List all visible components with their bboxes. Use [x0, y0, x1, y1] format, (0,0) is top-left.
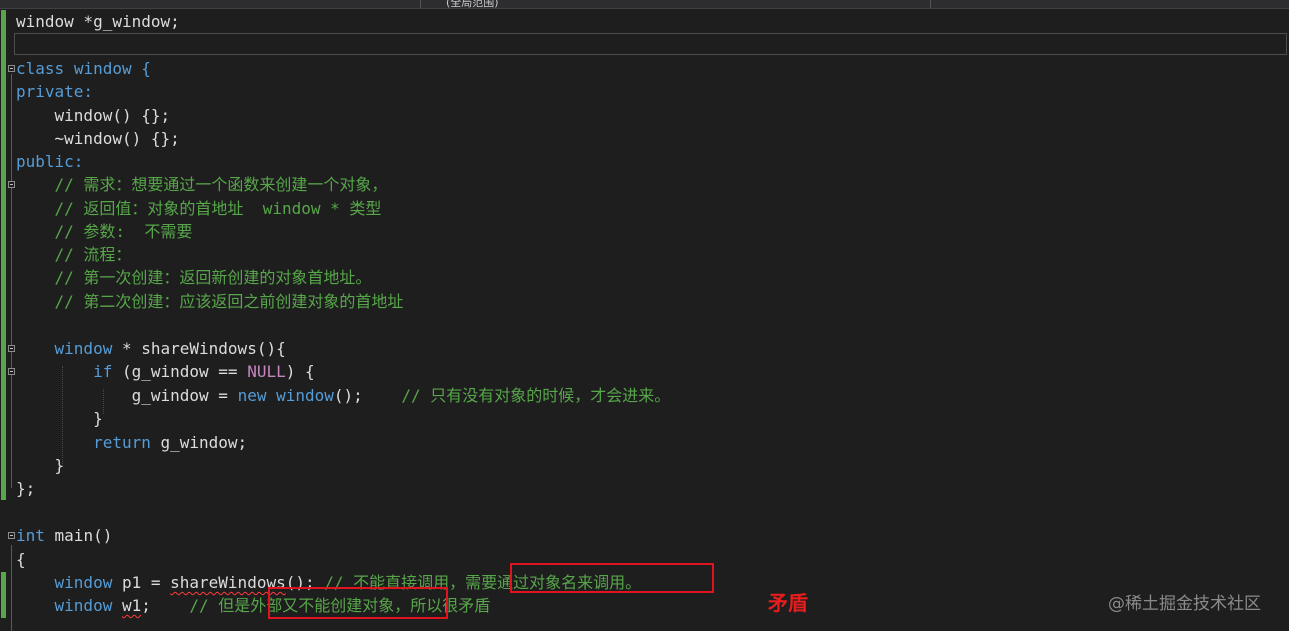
class-name: window { [73, 59, 151, 78]
assign-space [266, 386, 276, 405]
code-line-global[interactable]: window *g_window; [16, 10, 180, 33]
code-line-dtor[interactable]: ~window() {}; [16, 127, 180, 150]
return-value: g_window; [150, 433, 248, 452]
type-window: window [54, 573, 113, 592]
member-dropdown-label: (全局范围) [446, 0, 499, 9]
comment-only-when-null: // 只有没有对象的时候，才会进来。 [401, 386, 671, 405]
open-brace: { [16, 550, 26, 569]
code-line-main[interactable]: int main() [16, 524, 112, 547]
code-line-if[interactable]: if (g_window == NULL) { [16, 360, 315, 383]
code-line-share-decl[interactable]: window * shareWindows(){ [16, 337, 286, 360]
code-line-close-func[interactable]: } [16, 454, 65, 477]
watermark: @稀土掘金技术社区 [1108, 594, 1261, 614]
close-brace: } [54, 456, 65, 475]
w1-space [112, 596, 122, 615]
code-line-comment-5[interactable]: // 第一次创建：返回新创建的对象首地址。 [16, 266, 372, 289]
change-indicator-bar [1, 10, 6, 500]
code-line-return[interactable]: return g_window; [16, 431, 247, 454]
project-dropdown[interactable] [0, 0, 421, 8]
collapse-class-icon[interactable] [8, 65, 15, 72]
navigation-bar: (全局范围) [0, 0, 1289, 9]
member-dropdown[interactable] [426, 0, 931, 8]
collapse-function-icon[interactable] [8, 345, 15, 352]
annotation-contradiction: 矛盾 [768, 591, 808, 615]
code-line-ctor[interactable]: window() {}; [16, 104, 171, 127]
code-line-comment-1[interactable]: // 需求：想要通过一个函数来创建一个对象， [16, 173, 388, 196]
highlight-box-cannot-create [268, 587, 448, 619]
code-line-public[interactable]: public: [16, 150, 83, 173]
main-signature: main() [44, 526, 113, 545]
keyword-private: private: [16, 82, 94, 101]
comment-params: // 参数: 不需要 [54, 222, 193, 241]
keyword-return: return [93, 433, 151, 452]
function-signature: * shareWindows(){ [112, 339, 286, 358]
code-line-comment-3[interactable]: // 参数: 不需要 [16, 220, 193, 243]
keyword-new: new [237, 386, 267, 405]
global-declaration: window *g_window; [16, 12, 180, 31]
keyword-class: class [16, 59, 65, 78]
error-squiggle-w1: w1 [121, 596, 142, 615]
close-brace: } [93, 409, 103, 428]
if-close: ) { [285, 362, 315, 381]
code-line-close-class[interactable]: }; [16, 477, 35, 500]
comment-requirement: // 需求：想要通过一个函数来创建一个对象， [54, 175, 388, 194]
code-line-comment-2[interactable]: // 返回值：对象的首地址 window * 类型 [16, 197, 382, 220]
outline-line [11, 74, 13, 488]
keyword-int: int [16, 526, 45, 545]
code-line-main-open[interactable]: { [16, 548, 26, 571]
collapse-comment-icon[interactable] [8, 181, 15, 188]
destructor-decl: ~window() {}; [54, 129, 180, 148]
macro-null: NULL [247, 362, 286, 381]
comment-flow: // 流程： [54, 245, 132, 264]
current-line-highlight [14, 33, 1287, 55]
code-line-comment-4[interactable]: // 流程： [16, 243, 132, 266]
code-line-class[interactable]: class window { [16, 57, 151, 80]
code-line-assign[interactable]: g_window = new window(); // 只有没有对象的时候，才会… [16, 384, 671, 407]
comment-first-create: // 第一次创建：返回新创建的对象首地址。 [54, 268, 372, 287]
type-window: window [276, 386, 334, 405]
assign-call: (); [333, 386, 402, 405]
outline-line [11, 545, 13, 631]
p1-declaration: p1 = [112, 573, 171, 592]
comment-return-value: // 返回值：对象的首地址 window * 类型 [54, 199, 382, 218]
collapse-main-icon[interactable] [8, 532, 15, 539]
keyword-if: if [93, 362, 113, 381]
keyword-public: public: [16, 152, 84, 171]
comment-second-create: // 第二次创建：应该返回之前创建对象的首地址 [54, 292, 404, 311]
code-line-comment-6[interactable]: // 第二次创建：应该返回之前创建对象的首地址 [16, 290, 404, 313]
code-line-close-if[interactable]: } [16, 407, 103, 430]
change-indicator-bar [1, 572, 6, 618]
highlight-box-need-object [510, 563, 714, 593]
collapse-if-icon[interactable] [8, 368, 15, 375]
type-window: window [54, 596, 113, 615]
constructor-decl: window() {}; [54, 106, 171, 125]
w1-end: ; [141, 596, 190, 615]
if-condition: (g_window == [112, 362, 248, 381]
code-line-private[interactable]: private: [16, 80, 93, 103]
assign-lhs: g_window = [131, 386, 238, 405]
close-class-brace: }; [16, 479, 36, 498]
type-window: window [54, 339, 113, 358]
